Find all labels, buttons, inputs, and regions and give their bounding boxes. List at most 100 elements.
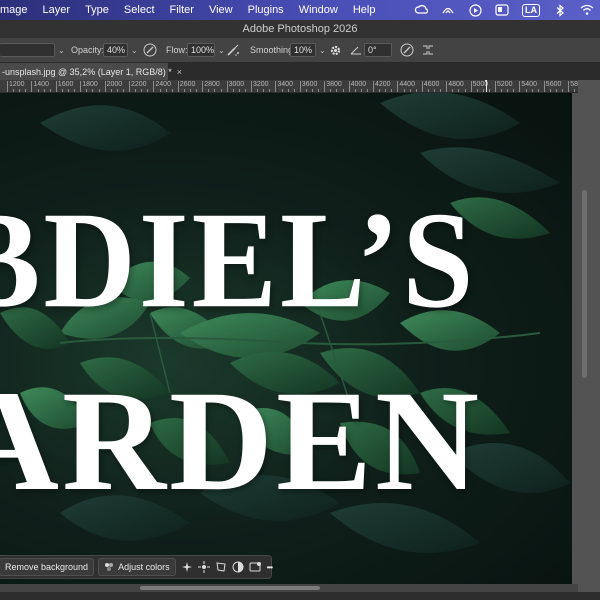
ruler-tick bbox=[342, 89, 344, 92]
smoothing-control[interactable]: 10% ⌄ bbox=[290, 38, 326, 62]
ruler-tick bbox=[299, 81, 301, 92]
pressure-opacity-icon[interactable] bbox=[143, 38, 157, 62]
ruler-tick bbox=[269, 89, 271, 92]
adjust-colors-button[interactable]: Adjust colors bbox=[98, 558, 176, 576]
ruler-tick bbox=[568, 81, 570, 92]
ruler-tick bbox=[501, 89, 503, 92]
input-source-badge[interactable]: LA bbox=[522, 3, 540, 17]
ruler-tick bbox=[287, 89, 289, 92]
ruler-tick bbox=[183, 89, 185, 92]
chevron-down-icon[interactable]: ⌄ bbox=[131, 46, 138, 55]
sparkle-icon[interactable] bbox=[197, 559, 210, 575]
ruler-label: 5600 bbox=[545, 81, 562, 88]
chevron-down-icon[interactable]: ⌄ bbox=[218, 46, 225, 55]
mask-icon[interactable] bbox=[232, 559, 244, 575]
creative-cloud-icon[interactable] bbox=[414, 3, 428, 17]
options-bar: ⌄ Opacity: 40% ⌄ Flow: 100% ⌄ Smoothing:… bbox=[0, 38, 600, 63]
opacity-field[interactable]: 40% bbox=[103, 43, 128, 57]
ruler-label: 4000 bbox=[350, 81, 367, 88]
flow-field[interactable]: 100% bbox=[187, 43, 215, 57]
chevron-down-icon[interactable]: ⌄ bbox=[319, 46, 326, 55]
menu-layer[interactable]: Layer bbox=[43, 4, 71, 16]
menu-image[interactable]: mage bbox=[0, 4, 28, 16]
ruler-tick bbox=[25, 89, 27, 92]
ruler-label: 3200 bbox=[253, 81, 269, 88]
vertical-scroll-thumb[interactable] bbox=[582, 190, 587, 378]
ruler-tick bbox=[165, 89, 167, 92]
ruler-label: 2200 bbox=[131, 81, 147, 88]
menu-view[interactable]: View bbox=[209, 4, 233, 16]
flow-label: Flow: bbox=[166, 45, 188, 55]
horizontal-ruler[interactable]: 1200 1400 1600 1800 2000 2200 2400 2600 2800 3000… bbox=[0, 80, 578, 93]
preset-dropdown[interactable]: ⌄ bbox=[0, 38, 65, 62]
window-icon[interactable] bbox=[495, 3, 509, 17]
ruler-label: 1800 bbox=[82, 81, 98, 88]
ruler-tick bbox=[488, 89, 490, 92]
ruler-tick bbox=[556, 89, 557, 92]
ruler-tick bbox=[421, 81, 423, 92]
ruler-tick bbox=[202, 81, 204, 92]
angle-field[interactable]: 0° bbox=[364, 43, 392, 57]
ruler-label: 5200 bbox=[497, 81, 513, 88]
menu-filter[interactable]: Filter bbox=[170, 4, 194, 16]
bluetooth-icon[interactable] bbox=[553, 3, 567, 17]
ruler-tick bbox=[525, 89, 527, 92]
ruler-label: 4600 bbox=[423, 81, 440, 88]
ruler-tick bbox=[348, 81, 350, 92]
transform-icon[interactable] bbox=[215, 559, 227, 575]
ruler-tick bbox=[153, 81, 155, 92]
ruler-tick bbox=[281, 89, 283, 92]
opacity-control[interactable]: 40% ⌄ bbox=[103, 38, 138, 62]
document-canvas[interactable]: BDIEL’S ARDEN bbox=[0, 93, 572, 584]
symmetry-icon[interactable] bbox=[421, 38, 435, 62]
menu-window[interactable]: Window bbox=[299, 4, 338, 16]
ruler-tick bbox=[562, 89, 564, 92]
ruler-label: 3000 bbox=[228, 81, 245, 88]
ruler-tick bbox=[409, 89, 411, 92]
ruler-label: 1400 bbox=[33, 81, 49, 88]
play-circle-icon[interactable] bbox=[468, 3, 482, 17]
document-tab-title: -unsplash.jpg @ 35,2% (Layer 1, RGB/8) * bbox=[2, 66, 172, 77]
ruler-tick bbox=[31, 81, 33, 92]
menu-plugins[interactable]: Plugins bbox=[248, 4, 284, 16]
angle-control[interactable]: 0° bbox=[364, 38, 392, 62]
ruler-tick bbox=[440, 89, 442, 92]
menu-help[interactable]: Help bbox=[353, 4, 376, 16]
menu-select[interactable]: Select bbox=[124, 4, 155, 16]
window-title-bar: Adobe Photoshop 2026 bbox=[0, 20, 600, 38]
ruler-tick bbox=[507, 89, 509, 92]
ruler-tick bbox=[220, 89, 222, 92]
ruler-label: 5800 bbox=[570, 81, 578, 88]
ruler-tick bbox=[415, 89, 417, 92]
wifi-signal-icon[interactable] bbox=[580, 3, 594, 17]
status-strip bbox=[0, 592, 600, 600]
generative-fill-icon[interactable] bbox=[181, 559, 193, 575]
wifi-icon[interactable] bbox=[441, 3, 455, 17]
adjust-colors-label: Adjust colors bbox=[118, 562, 170, 572]
image-adjust-icon[interactable] bbox=[249, 559, 262, 575]
document-tab[interactable]: -unsplash.jpg @ 35,2% (Layer 1, RGB/8) *… bbox=[0, 63, 182, 80]
ruler-tick bbox=[122, 89, 124, 92]
horizontal-scrollbar[interactable] bbox=[0, 584, 578, 592]
ruler-label: 2600 bbox=[179, 81, 196, 88]
airbrush-icon[interactable] bbox=[226, 38, 241, 62]
pressure-size-icon[interactable] bbox=[400, 38, 414, 62]
ruler-tick bbox=[244, 89, 246, 92]
gear-icon[interactable] bbox=[329, 38, 342, 62]
ruler-tick bbox=[464, 89, 466, 92]
ruler-tick bbox=[208, 89, 210, 92]
ruler-label: 4200 bbox=[375, 81, 391, 88]
close-icon[interactable]: × bbox=[177, 67, 182, 77]
flow-control[interactable]: 100% ⌄ bbox=[187, 38, 225, 62]
ruler-tick bbox=[55, 81, 57, 92]
remove-background-button[interactable]: Remove background bbox=[0, 558, 95, 576]
smoothing-field[interactable]: 10% bbox=[290, 43, 316, 57]
more-options-icon[interactable]: ••• bbox=[267, 559, 273, 575]
status-area: LA bbox=[414, 0, 594, 20]
vertical-scrollbar[interactable] bbox=[578, 80, 600, 588]
menu-bar: mage Layer Type Select Filter View Plugi… bbox=[0, 0, 600, 20]
ruler-tick bbox=[495, 81, 496, 92]
menu-type[interactable]: Type bbox=[85, 4, 109, 16]
ruler-tick bbox=[391, 89, 393, 92]
horizontal-scroll-thumb[interactable] bbox=[140, 586, 320, 590]
